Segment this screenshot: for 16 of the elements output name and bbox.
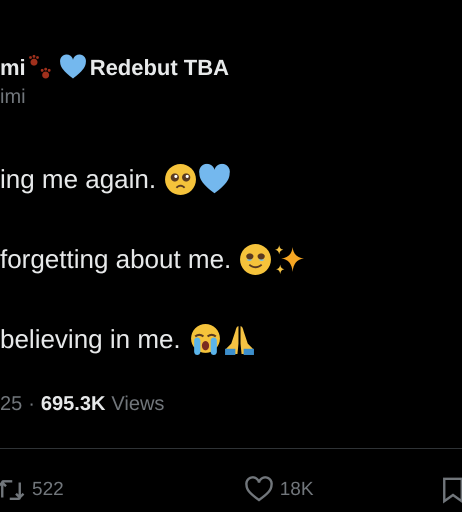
heart-icon — [198, 162, 232, 196]
tweet-text: believing in me. — [0, 324, 181, 354]
user-handle: imi — [0, 86, 27, 110]
separator-dot: · — [28, 393, 35, 416]
crying-face-icon — [188, 322, 222, 356]
view-count: 695.3K — [40, 393, 106, 416]
display-name: mi — [0, 55, 26, 81]
post-date: 25 — [0, 393, 22, 416]
tweet-text: ing me again. — [0, 164, 156, 194]
display-name: Redebut TBA — [90, 55, 230, 81]
tweet-text: forgetting about me. — [0, 244, 232, 274]
pleading-face-icon — [164, 162, 198, 196]
like-button[interactable]: 18K — [244, 475, 314, 505]
repost-button[interactable]: 522 — [0, 475, 64, 505]
views-label: Views — [111, 393, 164, 416]
teary-smile-icon — [239, 242, 272, 276]
